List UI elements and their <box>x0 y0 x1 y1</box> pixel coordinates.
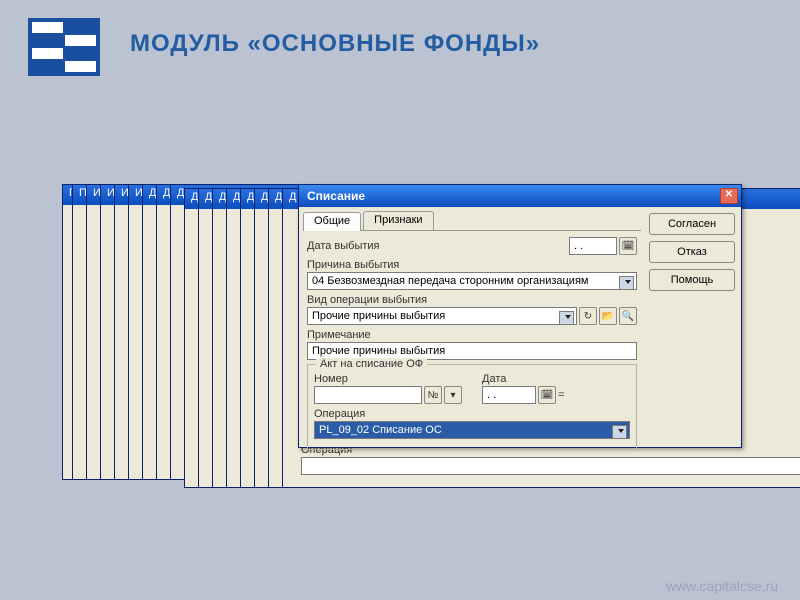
cancel-button[interactable]: Отказ <box>649 241 735 263</box>
act-op-combo[interactable]: PL_09_02 Списание ОС <box>314 421 630 439</box>
dialog-spisanie: Списание ✕ Общие Признаки Дата выбытия .… <box>298 184 742 448</box>
op-type-label: Вид операции выбытия <box>307 294 637 306</box>
number-icon[interactable]: № <box>424 386 442 404</box>
calendar-icon-2[interactable]: 🗓 <box>538 386 556 404</box>
footer-url: www.capitalcse.ru <box>666 578 778 594</box>
reason-label: Причина выбытия <box>307 259 637 271</box>
help-button[interactable]: Помощь <box>649 269 735 291</box>
disposal-date-field[interactable]: . . <box>569 237 617 255</box>
op-type-combo[interactable]: Прочие причины выбытия <box>307 307 577 325</box>
refresh-icon[interactable]: ↻ <box>579 307 597 325</box>
window-stack: П По Из Из Из Из До До До Д Д Д Д Д Д Д … <box>62 184 742 504</box>
act-group: Акт на списание ОФ Номер № ▾ <box>307 364 637 450</box>
page-title: МОДУЛЬ «ОСНОВНЫЕ ФОНДЫ» <box>130 30 540 58</box>
disposal-date-label: Дата выбытия <box>307 240 380 252</box>
agree-button[interactable]: Согласен <box>649 213 735 235</box>
chevron-down-icon[interactable]: ▾ <box>444 386 462 404</box>
calendar-icon[interactable]: 🗓 <box>619 237 637 255</box>
close-icon[interactable]: ✕ <box>720 188 738 204</box>
act-op-label: Операция <box>314 408 630 420</box>
tab-general[interactable]: Общие <box>303 212 361 231</box>
search-icon[interactable]: 🔍 <box>619 307 637 325</box>
window-title: Списание <box>307 189 365 203</box>
act-legend: Акт на списание ОФ <box>316 358 427 370</box>
tab-attributes[interactable]: Признаки <box>363 211 433 230</box>
act-number-field[interactable] <box>314 386 422 404</box>
act-number-label: Номер <box>314 373 462 385</box>
eq-sign: = <box>558 389 564 401</box>
act-date-label: Дата <box>482 373 630 385</box>
lower-op-combo[interactable] <box>301 457 800 475</box>
logo <box>28 18 100 76</box>
folder-icon[interactable]: 📂 <box>599 307 617 325</box>
reason-combo[interactable]: 04 Безвозмездная передача сторонним орга… <box>307 272 637 290</box>
act-date-field[interactable]: . . <box>482 386 536 404</box>
note-label: Примечание <box>307 329 637 341</box>
